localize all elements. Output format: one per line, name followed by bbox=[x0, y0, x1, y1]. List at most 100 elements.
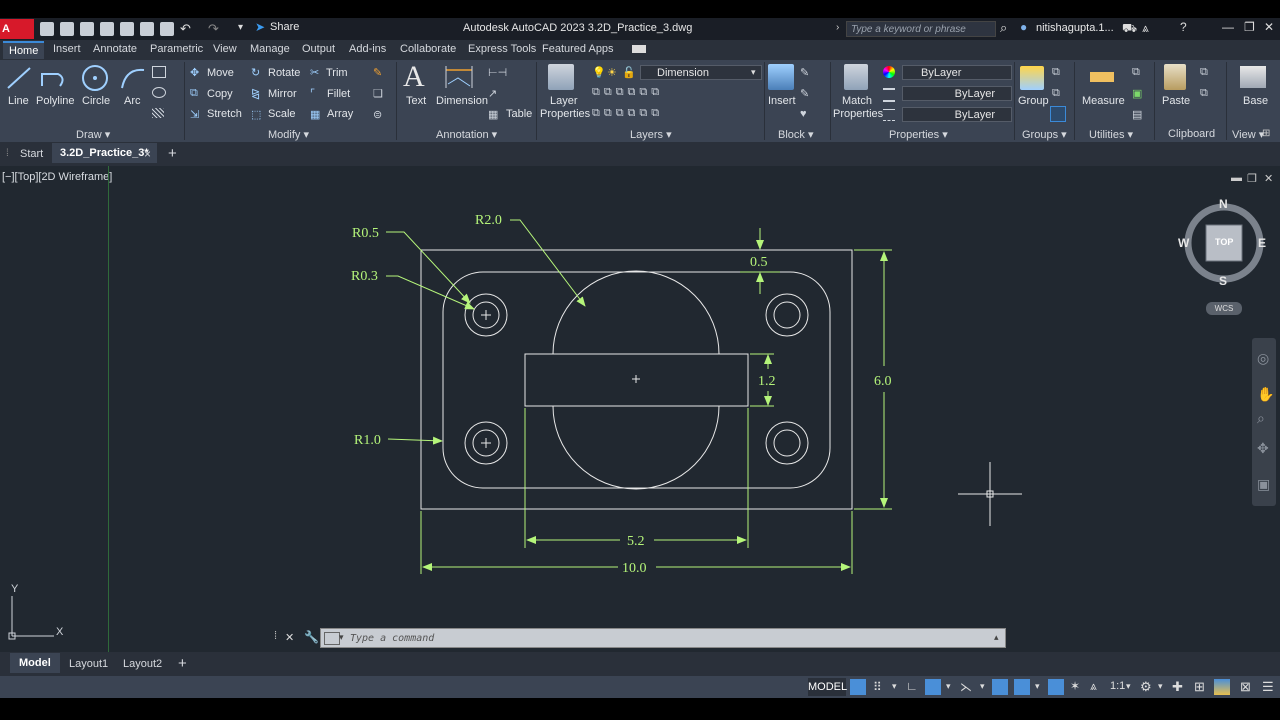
steering-wheel-icon[interactable]: ◎ bbox=[1257, 350, 1269, 367]
layer-properties-label-2[interactable]: Properties bbox=[540, 108, 590, 120]
color-dropdown[interactable]: ByLayer bbox=[902, 65, 1012, 80]
tab-parametric[interactable]: Parametric bbox=[150, 43, 203, 55]
object-snap-tracking-icon[interactable] bbox=[992, 679, 1008, 695]
add-layout-icon[interactable]: + bbox=[178, 655, 187, 672]
copy-clip-icon[interactable]: ⧉ bbox=[1200, 87, 1208, 100]
tab-add-ins[interactable]: Add-ins bbox=[349, 43, 386, 55]
large-arc-bottom[interactable] bbox=[552, 405, 720, 490]
chevron-down-icon[interactable]: ▾ bbox=[1158, 681, 1163, 692]
clean-screen-icon[interactable]: ⊠ bbox=[1240, 679, 1251, 695]
paste-button[interactable]: Paste bbox=[1162, 95, 1190, 107]
chevron-down-icon[interactable]: ▾ bbox=[980, 681, 985, 692]
stretch-button[interactable]: Stretch bbox=[207, 108, 242, 120]
hatch-icon[interactable] bbox=[152, 108, 164, 118]
calculator-icon[interactable]: ▣ bbox=[1132, 87, 1142, 100]
annotation-visibility-icon[interactable] bbox=[1048, 679, 1064, 695]
chevron-down-icon[interactable]: ▾ bbox=[751, 67, 756, 78]
close-tab-icon[interactable]: × bbox=[144, 147, 151, 161]
recent-commands-icon[interactable] bbox=[324, 632, 340, 645]
viewcube-west[interactable]: W bbox=[1178, 236, 1189, 250]
help-icon[interactable]: ? bbox=[1180, 20, 1187, 34]
dim-text-r10[interactable]: R1.0 bbox=[354, 433, 381, 448]
plot-icon[interactable] bbox=[160, 22, 174, 36]
share-button[interactable]: Share bbox=[270, 21, 299, 33]
quick-select-icon[interactable]: ⧉ bbox=[1132, 66, 1140, 79]
annotation-panel-label[interactable]: Annotation ▾ bbox=[436, 128, 497, 141]
block-panel-label[interactable]: Block ▾ bbox=[778, 128, 813, 141]
tab-annotate[interactable]: Annotate bbox=[93, 43, 137, 55]
dim-text-52[interactable]: 5.2 bbox=[627, 534, 645, 549]
linear-dimension-icon[interactable]: ⊢⊣ bbox=[488, 66, 507, 79]
ribbon-display-toggle-icon[interactable] bbox=[632, 45, 646, 53]
line-button[interactable]: Line bbox=[8, 95, 29, 107]
block-attribute-icon[interactable]: ♥ bbox=[800, 108, 807, 120]
panel-expand-icon[interactable]: ⊞ bbox=[1262, 128, 1270, 139]
chevron-down-icon[interactable]: ▾ bbox=[339, 632, 344, 643]
dim-text-60[interactable]: 6.0 bbox=[874, 374, 892, 389]
cmd-history-icon[interactable]: ▴ bbox=[994, 632, 999, 643]
tab-drawing[interactable]: 3.2D_Practice_3* bbox=[52, 143, 157, 163]
web-mobile-save-icon[interactable] bbox=[140, 22, 154, 36]
undo-icon[interactable]: ↶ bbox=[180, 21, 191, 37]
table-button[interactable]: Table bbox=[506, 108, 532, 120]
model-space-button[interactable]: MODEL bbox=[808, 678, 847, 696]
viewcube-north[interactable]: N bbox=[1219, 197, 1228, 211]
color-wheel-icon[interactable] bbox=[883, 66, 895, 78]
orbit-icon[interactable]: ✥ bbox=[1257, 440, 1269, 457]
modify-panel-label[interactable]: Modify ▾ bbox=[268, 128, 309, 141]
viewcube-south[interactable]: S bbox=[1219, 274, 1227, 288]
tab-view[interactable]: View bbox=[213, 43, 237, 55]
dim-text-12[interactable]: 1.2 bbox=[758, 374, 776, 389]
qat-dropdown-icon[interactable]: ▾ bbox=[238, 22, 243, 33]
tab-home[interactable]: Home bbox=[3, 41, 45, 59]
tab-collaborate[interactable]: Collaborate bbox=[400, 43, 456, 55]
polar-tracking-icon[interactable] bbox=[925, 679, 941, 695]
layer-unlock-icon[interactable]: 🔓 bbox=[622, 66, 636, 79]
explode-icon[interactable]: ❏ bbox=[373, 87, 383, 100]
autodesk-app-icon[interactable]: ⩓ bbox=[1142, 21, 1149, 36]
tab-output[interactable]: Output bbox=[302, 43, 335, 55]
leader-r20[interactable] bbox=[510, 219, 586, 307]
dim-text-r05[interactable]: R0.5 bbox=[352, 226, 379, 241]
tab-layout1[interactable]: Layout1 bbox=[69, 658, 108, 670]
pan-icon[interactable]: ✋ bbox=[1257, 386, 1274, 403]
layer-dropdown[interactable]: Dimension bbox=[640, 65, 762, 80]
minimize-icon[interactable]: — bbox=[1222, 20, 1234, 34]
base-button[interactable]: Base bbox=[1243, 95, 1268, 107]
dim-text-r20[interactable]: R2.0 bbox=[475, 213, 502, 228]
offset-icon[interactable]: ⊜ bbox=[373, 108, 382, 121]
tab-featured-apps[interactable]: Featured Apps bbox=[542, 43, 614, 55]
showmotion-icon[interactable]: ▣ bbox=[1257, 476, 1270, 493]
insert-button[interactable]: Insert bbox=[768, 95, 796, 107]
large-arc-top[interactable] bbox=[552, 270, 720, 355]
rectangle-icon[interactable] bbox=[152, 66, 166, 78]
drawing-canvas[interactable]: R0.5 R0.3 R2.0 R1.0 0.5 1.2 6.0 5.2 10.0… bbox=[0, 166, 1280, 652]
customization-icon[interactable]: ☰ bbox=[1262, 679, 1274, 695]
ungroup-icon[interactable]: ⧉ bbox=[1052, 66, 1060, 79]
chevron-down-icon[interactable]: ▾ bbox=[1126, 681, 1131, 692]
hole-top-right-inner[interactable] bbox=[773, 301, 801, 329]
match-properties-label-2[interactable]: Properties bbox=[833, 108, 883, 120]
layer-properties-label-1[interactable]: Layer bbox=[550, 95, 578, 107]
scale-button[interactable]: Scale bbox=[268, 108, 296, 120]
user-name[interactable]: nitishagupta.1... bbox=[1036, 22, 1114, 34]
chevron-down-icon[interactable]: ▾ bbox=[946, 681, 951, 692]
dim-text-100[interactable]: 10.0 bbox=[622, 561, 647, 576]
ortho-icon[interactable]: ∟ bbox=[906, 679, 918, 693]
circle-icon[interactable] bbox=[80, 63, 110, 93]
chevron-down-icon[interactable]: ▾ bbox=[892, 681, 897, 692]
tab-layout2[interactable]: Layout2 bbox=[123, 658, 162, 670]
create-block-icon[interactable]: ✎ bbox=[800, 66, 809, 79]
lineweight-dropdown[interactable]: ByLayer bbox=[902, 107, 1012, 122]
isodraft-icon[interactable]: ⋋ bbox=[960, 680, 972, 694]
move-button[interactable]: Move bbox=[207, 67, 234, 79]
layers-panel-label[interactable]: Layers ▾ bbox=[630, 128, 672, 141]
annotation-scale-icon[interactable]: ⩓ bbox=[1090, 679, 1097, 694]
dimension-icon[interactable] bbox=[442, 64, 476, 92]
arc-button[interactable]: Arc bbox=[124, 95, 141, 107]
draw-panel-label[interactable]: Draw ▾ bbox=[76, 128, 110, 141]
match-properties-label-1[interactable]: Match bbox=[842, 95, 872, 107]
line-icon[interactable] bbox=[4, 64, 34, 92]
auto-scale-icon[interactable]: ✶ bbox=[1070, 679, 1080, 693]
workspace-gear-icon[interactable]: ⚙ bbox=[1140, 679, 1152, 695]
